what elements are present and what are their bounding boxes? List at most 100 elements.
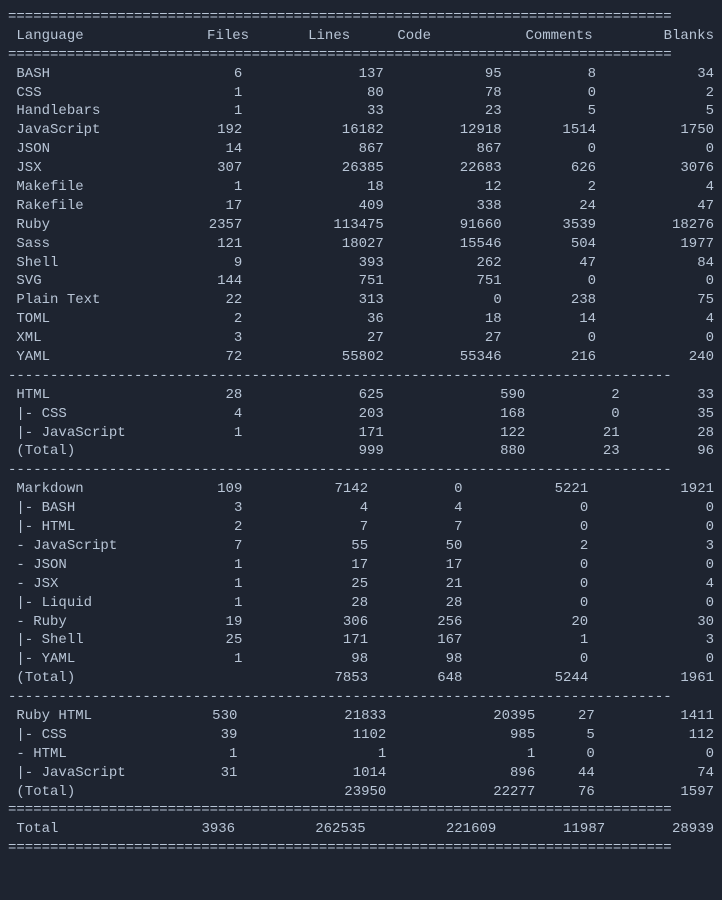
- cell-value: 313: [242, 291, 384, 310]
- cell-language: YAML: [8, 650, 148, 669]
- cell-value: 1102: [237, 726, 386, 745]
- cell-value: 0: [502, 272, 596, 291]
- cell-value: 4: [368, 499, 462, 518]
- cell-value: 19: [148, 613, 242, 632]
- cell-value: 1: [148, 650, 242, 669]
- cell-value: 36: [242, 310, 384, 329]
- cell-language: Makefile: [8, 178, 148, 197]
- table-row: Ruby HTML5302183320395271411: [8, 707, 714, 726]
- language-label: CSS: [42, 406, 67, 422]
- cell-value: 18027: [242, 235, 384, 254]
- cell-value: 121: [148, 235, 242, 254]
- cell-language: Sass: [8, 235, 148, 254]
- language-label: Shell: [42, 632, 84, 648]
- cell-value: 112: [595, 726, 714, 745]
- table-row: HTML11100: [8, 745, 714, 764]
- cell-value: 4: [596, 178, 714, 197]
- language-label: CSS: [42, 727, 67, 743]
- cell-value: 28: [242, 594, 368, 613]
- table-row: Shell93932624784: [8, 254, 714, 273]
- cell-value: 1: [148, 556, 242, 575]
- cell-value: 75: [596, 291, 714, 310]
- table-row: Rakefile174093382447: [8, 197, 714, 216]
- cell-value: 33: [620, 386, 714, 405]
- table-row: Makefile1181224: [8, 178, 714, 197]
- cell-value: 1: [148, 594, 242, 613]
- cell-language: Language: [8, 27, 148, 46]
- cell-value: 238: [502, 291, 596, 310]
- cell-value: 6: [148, 65, 242, 84]
- table-row: (Total)9998802396: [8, 442, 714, 461]
- cell-language: Ruby: [8, 216, 148, 235]
- cell-value: 1750: [596, 121, 714, 140]
- language-label: Plain Text: [16, 292, 100, 308]
- cell-value: 39: [148, 726, 237, 745]
- separator-single: ----------------------------------------…: [8, 461, 714, 480]
- cell-value: 2357: [148, 216, 242, 235]
- table-row: Shell2517116713: [8, 631, 714, 650]
- cell-language: CSS: [8, 84, 148, 103]
- cell-value: 22: [148, 291, 242, 310]
- language-label: Sass: [16, 236, 50, 252]
- cell-value: 0: [588, 518, 714, 537]
- cell-language: HTML: [8, 518, 148, 537]
- cell-value: Comments: [431, 27, 593, 46]
- cell-value: 530: [148, 707, 237, 726]
- cell-value: 21: [368, 575, 462, 594]
- table-row: Ruby235711347591660353918276: [8, 216, 714, 235]
- cell-value: 17: [148, 197, 242, 216]
- cell-value: 216: [502, 348, 596, 367]
- cell-language: JavaScript: [8, 537, 148, 556]
- cell-language: JavaScript: [8, 764, 148, 783]
- language-label: HTML: [33, 746, 67, 762]
- cell-value: 1: [237, 745, 386, 764]
- cell-value: 78: [384, 84, 502, 103]
- table-row: YAML725580255346216240: [8, 348, 714, 367]
- language-label: YAML: [42, 651, 76, 667]
- cell-value: 625: [242, 386, 384, 405]
- cell-language: TOML: [8, 310, 148, 329]
- cell-value: 1014: [237, 764, 386, 783]
- language-label: JavaScript: [16, 122, 100, 138]
- cell-value: 5: [596, 102, 714, 121]
- language-label: JavaScript: [42, 425, 126, 441]
- cell-value: 1411: [595, 707, 714, 726]
- cell-language: Shell: [8, 254, 148, 273]
- table-row: JSX1252104: [8, 575, 714, 594]
- cell-value: 95: [384, 65, 502, 84]
- cell-value: 4: [596, 310, 714, 329]
- cell-value: Files: [148, 27, 249, 46]
- cell-value: 28939: [605, 820, 714, 839]
- cell-value: 1: [148, 424, 242, 443]
- cell-value: 0: [596, 329, 714, 348]
- table-row: HTML28625590233: [8, 386, 714, 405]
- cell-value: 504: [502, 235, 596, 254]
- table-row: JSX30726385226836263076: [8, 159, 714, 178]
- total-row: Total39362625352216091198728939: [8, 820, 714, 839]
- cell-value: 2: [148, 518, 242, 537]
- cell-value: 2: [502, 178, 596, 197]
- cell-value: 896: [386, 764, 535, 783]
- cell-value: 122: [384, 424, 526, 443]
- cell-value: 14: [148, 140, 242, 159]
- cell-value: 4: [242, 499, 368, 518]
- cell-value: 7: [242, 518, 368, 537]
- language-label: (Total): [16, 784, 75, 800]
- table-row: JavaScript3110148964474: [8, 764, 714, 783]
- cell-value: 96: [620, 442, 714, 461]
- cell-language: (Total): [8, 783, 148, 802]
- cell-value: 24: [502, 197, 596, 216]
- cell-value: 0: [462, 594, 588, 613]
- cell-value: 25: [148, 631, 242, 650]
- cell-value: 1514: [502, 121, 596, 140]
- table-row: BASH613795834: [8, 65, 714, 84]
- cell-value: 0: [588, 556, 714, 575]
- separator-double: ========================================…: [8, 801, 714, 820]
- cell-language: Ruby: [8, 613, 148, 632]
- cell-value: 262: [384, 254, 502, 273]
- table-row: CSS3911029855112: [8, 726, 714, 745]
- cell-value: 0: [502, 84, 596, 103]
- cell-value: 80: [242, 84, 384, 103]
- cell-value: 21833: [237, 707, 386, 726]
- cell-value: 11987: [496, 820, 605, 839]
